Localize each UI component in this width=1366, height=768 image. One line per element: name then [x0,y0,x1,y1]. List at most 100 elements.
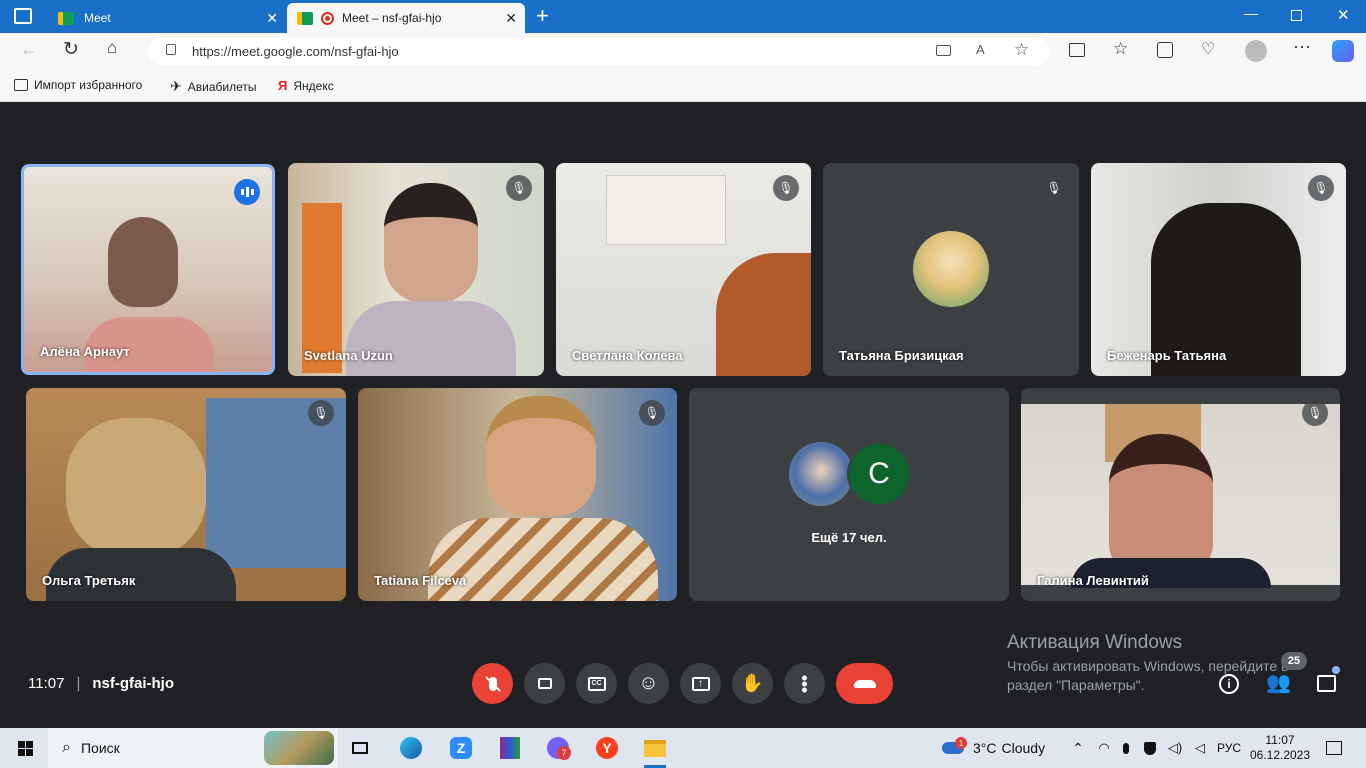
participant-tile[interactable]: 🎙 Татьяна Бризицкая [823,163,1079,376]
edge-icon[interactable] [398,728,424,768]
volume-icon[interactable]: ◁) [1167,728,1183,768]
participant-avatar [913,231,989,307]
zoom-icon[interactable]: Z [448,728,474,768]
meet-logo-icon [58,11,74,25]
emoji-icon: ☺ [638,672,659,694]
lock-icon [166,44,176,55]
participant-avatar [789,442,853,506]
tab-actions-icon[interactable] [14,8,32,24]
tab-title: Meet – nsf-gfai-hjo [342,11,442,25]
back-icon[interactable]: ← [20,39,38,60]
participants-icon[interactable]: 👥 [1266,670,1291,695]
captions-icon: CC [587,676,606,691]
close-window-icon[interactable]: ✕ [1337,6,1350,24]
raise-hand-button[interactable]: ✋ [732,663,773,704]
copilot-icon[interactable] [1332,40,1354,62]
url-field[interactable]: https://meet.google.com/nsf-gfai-hjo A ☆ [148,37,1050,65]
profile-avatar[interactable] [1245,40,1267,62]
favorites-icon[interactable]: ☆ [1113,39,1128,59]
task-view-icon[interactable] [348,728,372,768]
tab-meet[interactable]: Meet ✕ [48,3,286,33]
meet-stage: Алёна Арнаут 🎙 Svetlana Uzun 🎙 Светлана … [4,104,1363,724]
participant-video [108,217,178,307]
tray-chevron-icon[interactable]: ⌃ [1071,728,1085,768]
participant-video [606,175,726,245]
participant-name: Татьяна Бризицкая [839,348,964,363]
participant-tile[interactable]: Алёна Арнаут [21,164,275,375]
start-button[interactable] [10,728,40,768]
chat-icon[interactable] [1317,675,1336,692]
mic-off-icon: 🎙 [1308,175,1334,201]
mic-off-icon: 🎙 [1302,400,1328,426]
refresh-icon[interactable]: ↻ [63,38,79,61]
close-tab-icon[interactable]: ✕ [266,10,278,27]
participant-video [716,253,811,376]
browser-essentials-icon[interactable]: ♡ [1201,39,1215,59]
clock-date: 06.12.2023 [1249,748,1311,762]
present-screen-icon: ↑ [691,676,710,691]
bookmark-import[interactable]: Импорт избранного [14,78,142,92]
search-icon: ⌕ [62,739,71,756]
tab-title: Meet [84,11,111,25]
participant-tile[interactable]: 🎙 Беженарь Татьяна [1091,163,1346,376]
others-tile[interactable]: C Ещё 17 чел. [689,388,1009,601]
language-indicator[interactable]: РУС [1214,728,1244,768]
camera-toggle-button[interactable] [524,663,565,704]
winrar-icon[interactable] [497,728,523,768]
reactions-button[interactable]: ☺ [628,663,669,704]
participant-video [486,396,596,516]
file-explorer-icon[interactable] [642,728,668,768]
participant-video [346,301,516,376]
tab-meet-active[interactable]: Meet – nsf-gfai-hjo ✕ [287,3,525,33]
mic-off-icon [484,675,501,692]
activation-title: Активация Windows [1007,632,1183,653]
close-tab-icon[interactable]: ✕ [505,10,517,27]
notifications-icon[interactable] [1324,728,1344,768]
participant-tile[interactable]: 🎙 Ольга Третьяк [26,388,346,601]
meeting-details-icon[interactable]: i [1219,674,1239,694]
mic-toggle-button[interactable] [472,663,513,704]
participant-name: Галина Левинтий [1037,573,1149,588]
windows-logo-icon [17,740,33,756]
security-icon[interactable] [1142,728,1158,768]
sound-settings-icon[interactable]: ◁ [1192,728,1208,768]
read-aloud-icon[interactable]: A [976,42,985,57]
leave-call-button[interactable] [836,663,893,704]
mic-off-icon: 🎙 [639,400,665,426]
participant-tile[interactable]: 🎙 Svetlana Uzun [288,163,544,376]
favorite-star-icon[interactable]: ☆ [1014,40,1029,60]
microphone-icon[interactable] [1120,728,1132,768]
bookmark-yandex[interactable]: Я Яндекс [278,78,334,93]
captions-button[interactable]: CC [576,663,617,704]
restore-icon[interactable] [1291,10,1302,21]
participant-tile[interactable]: 🎙 Галина Левинтий [1021,388,1340,601]
bookmarks-bar: Импорт избранного ✈ Авиабилеты Я Яндекс [0,69,1366,102]
network-icon[interactable]: ◠ [1096,728,1112,768]
participant-video [66,418,206,558]
more-menu-icon[interactable]: ··· [1293,36,1311,57]
split-screen-icon[interactable] [1069,43,1085,57]
participant-name: Светлана Колева [572,348,683,363]
bookmark-aviatickets[interactable]: ✈ Авиабилеты [170,78,256,95]
participant-tile[interactable]: 🎙 Светлана Колева [556,163,811,376]
mic-off-icon: 🎙 [773,175,799,201]
minimize-icon[interactable]: — [1244,5,1258,21]
mic-off-icon: 🎙 [308,400,334,426]
hand-icon: ✋ [741,673,764,693]
new-tab-icon[interactable]: + [536,3,549,29]
weather-text: Cloudy [1001,740,1046,756]
home-icon[interactable]: ⌂ [107,38,117,58]
yandex-browser-icon[interactable]: Y [594,728,620,768]
more-options-button[interactable]: • • • [784,663,825,704]
avatar-letter: C [868,457,890,490]
participant-tile[interactable]: 🎙 Tatiana Filceva [358,388,677,601]
participant-name: Алёна Арнаут [40,344,130,359]
participant-avatar: C [847,442,911,506]
camera-icon[interactable] [936,45,951,56]
windows-activation-watermark: Активация Windows Чтобы активировать Win… [1007,632,1289,693]
present-button[interactable]: ↑ [680,663,721,704]
clock[interactable]: 11:07 06.12.2023 [1248,728,1312,768]
collections-icon[interactable] [1157,42,1173,58]
bookmark-label: Авиабилеты [187,79,257,94]
language-label: РУС [1216,741,1242,755]
